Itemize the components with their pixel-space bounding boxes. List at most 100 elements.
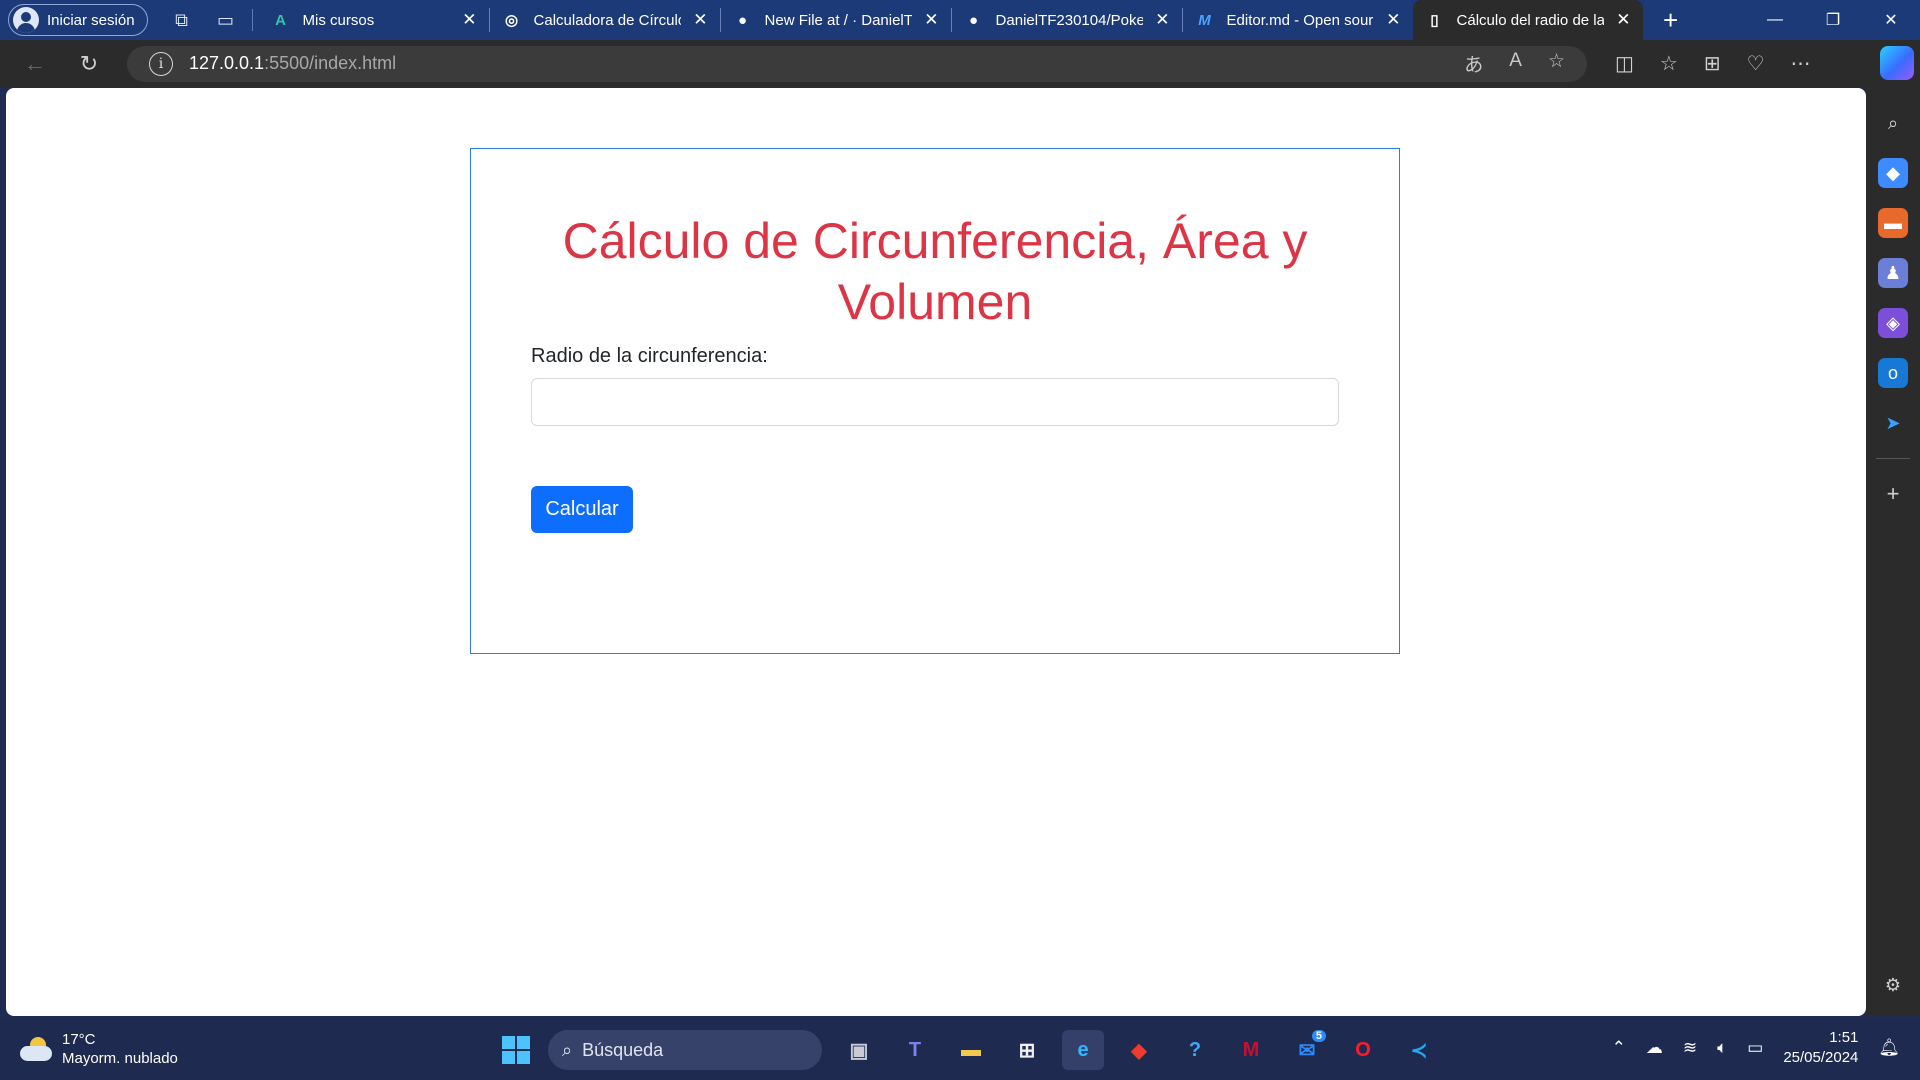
address-bar-icons: あ A ☆ <box>1464 50 1565 77</box>
notifications-bell-icon[interactable]: 🔔︎ <box>1878 1038 1900 1058</box>
wifi-icon[interactable]: ≋ <box>1683 1038 1697 1058</box>
weather-widget[interactable]: 17°C Mayorm. nublado <box>20 1030 178 1068</box>
tab-actions-icon[interactable]: ▭ <box>206 4 246 36</box>
more-options-icon[interactable]: ⋯ <box>1791 51 1811 76</box>
windows-start-icon[interactable] <box>502 1036 530 1064</box>
site-info-icon[interactable]: i <box>149 51 173 76</box>
chatgpt-icon: ◎ <box>505 12 519 29</box>
collections-icon[interactable]: ⊞ <box>1704 51 1721 76</box>
tab-title: Cálculo del radio de la <box>1456 11 1605 29</box>
new-tab-icon[interactable]: + <box>1651 5 1691 36</box>
divider <box>1876 458 1910 459</box>
favorites-icon[interactable]: ☆ <box>1660 51 1678 76</box>
shopping-icon[interactable]: ◆ <box>1878 158 1908 188</box>
minimize-icon[interactable]: — <box>1746 0 1804 40</box>
restore-icon[interactable]: ❐ <box>1804 0 1862 40</box>
tab-editor-md[interactable]: M Editor.md - Open sour ✕ <box>1183 0 1413 40</box>
windows-taskbar: 17°C Mayorm. nublado ⌕ Búsqueda ▣ T ▬ ⊞ … <box>0 1020 1920 1080</box>
search-icon[interactable]: ⌕ <box>1878 108 1908 138</box>
clock[interactable]: 1:51 25/05/2024 <box>1783 1028 1858 1068</box>
chevron-up-icon[interactable]: ⌃ <box>1612 1038 1626 1058</box>
tab-title: New File at / · DanielTF <box>764 11 913 29</box>
github-icon: ● <box>738 11 748 29</box>
taskbar-search[interactable]: ⌕ Búsqueda <box>548 1030 822 1070</box>
outlook-icon[interactable]: o <box>1878 358 1908 388</box>
radius-label: Radio de la circunferencia: <box>531 345 768 367</box>
tab-calculo-radio[interactable]: ▯ Cálculo del radio de la ✕ <box>1412 0 1643 40</box>
tab-title: Mis cursos <box>302 11 375 29</box>
tab-github-repo[interactable]: ● DanielTF230104/Poker ✕ <box>952 0 1182 40</box>
temperature: 17°C <box>62 1031 96 1048</box>
vscode-icon[interactable]: ≺ <box>1398 1030 1440 1070</box>
tab-favicon-icon: A <box>275 11 286 29</box>
edge-sidebar: ⌕ ◆ ▬ ♟ ◈ o ➤ + ⚙ <box>1866 88 1920 1016</box>
mail-icon[interactable]: ✉ 5 <box>1286 1030 1328 1070</box>
close-tab-icon[interactable]: ✕ <box>1386 10 1400 30</box>
browser-tab-bar: Iniciar sesión ⧉ ▭ A Mis cursos ✕ ◎ Calc… <box>0 0 1920 40</box>
calculator-card: Cálculo de Circunferencia, Área y Volume… <box>470 148 1400 654</box>
calculate-button[interactable]: Calcular <box>531 486 633 533</box>
radius-input[interactable] <box>531 378 1339 426</box>
tools-icon[interactable]: ▬ <box>1878 208 1908 238</box>
copilot-icon[interactable] <box>1880 46 1914 80</box>
edge-icon[interactable]: e <box>1062 1030 1104 1070</box>
browser-essentials-icon[interactable]: ♡ <box>1747 51 1765 76</box>
help-icon[interactable]: ? <box>1174 1030 1216 1070</box>
close-tab-icon[interactable]: ✕ <box>924 10 938 30</box>
taskbar-apps: ▣ T ▬ ⊞ e ◆ ? M ✉ 5 O ≺ <box>838 1030 1440 1070</box>
close-window-icon[interactable]: ✕ <box>1862 0 1920 40</box>
search-icon: ⌕ <box>562 1039 573 1060</box>
add-sidebar-app-icon[interactable]: + <box>1878 479 1908 509</box>
partly-cloudy-icon <box>20 1035 54 1063</box>
date: 25/05/2024 <box>1783 1049 1859 1066</box>
window-controls: — ❐ ✕ <box>1746 0 1920 40</box>
profile-button[interactable]: Iniciar sesión <box>8 4 148 36</box>
editor-md-icon: M <box>1198 11 1211 29</box>
anydesk-icon[interactable]: ◆ <box>1118 1030 1160 1070</box>
avatar <box>13 7 39 33</box>
microsoft-store-icon[interactable]: ⊞ <box>1006 1030 1048 1070</box>
battery-icon[interactable]: ▭ <box>1747 1038 1763 1058</box>
microsoft365-icon[interactable]: ◈ <box>1878 308 1908 338</box>
teams-icon[interactable]: T <box>894 1030 936 1070</box>
close-tab-icon[interactable]: ✕ <box>462 10 476 30</box>
tab-mis-cursos[interactable]: A Mis cursos ✕ <box>259 0 489 40</box>
search-placeholder: Búsqueda <box>582 1039 664 1060</box>
toolbar-icons: ◫ ☆ ⊞ ♡ ⋯ <box>1615 51 1811 76</box>
tab-title: DanielTF230104/Poker <box>995 11 1144 29</box>
back-icon[interactable]: ← <box>15 44 55 84</box>
time: 1:51 <box>1829 1029 1859 1046</box>
mcafee-icon[interactable]: M <box>1230 1030 1272 1070</box>
tab-new-file[interactable]: ● New File at / · DanielTF ✕ <box>721 0 951 40</box>
screen: Iniciar sesión ⧉ ▭ A Mis cursos ✕ ◎ Calc… <box>0 0 1920 1080</box>
refresh-icon[interactable]: ↻ <box>69 44 109 84</box>
opera-icon[interactable]: O <box>1342 1030 1384 1070</box>
page-viewport: Cálculo de Circunferencia, Área y Volume… <box>6 88 1866 1016</box>
read-aloud-icon[interactable]: A <box>1509 50 1522 77</box>
page-icon: ▯ <box>1430 12 1439 29</box>
games-icon[interactable]: ♟ <box>1878 258 1908 288</box>
mail-badge: 5 <box>1311 1030 1326 1042</box>
close-tab-icon[interactable]: ✕ <box>1155 10 1169 30</box>
translate-icon[interactable]: あ <box>1464 50 1483 77</box>
task-view-icon[interactable]: ▣ <box>838 1030 880 1070</box>
address-bar[interactable]: i 127.0.0.1 :5500/index.html あ A ☆ <box>127 45 1587 82</box>
workspaces-icon[interactable]: ⧉ <box>162 4 202 36</box>
close-tab-icon[interactable]: ✕ <box>1616 10 1630 30</box>
sidebar-settings-icon[interactable]: ⚙ <box>1878 970 1908 1000</box>
page-title: Cálculo de Circunferencia, Área y Volume… <box>562 213 1308 330</box>
divider <box>251 9 253 31</box>
github-icon: ● <box>969 11 979 29</box>
weather-description: Mayorm. nublado <box>62 1050 178 1067</box>
favorite-star-icon[interactable]: ☆ <box>1548 50 1565 77</box>
close-tab-icon[interactable]: ✕ <box>693 10 707 30</box>
onedrive-icon[interactable]: ☁ <box>1646 1038 1663 1058</box>
browser-toolbar: ← ↻ i 127.0.0.1 :5500/index.html あ A ☆ ◫… <box>0 40 1920 87</box>
weather-text: 17°C Mayorm. nublado <box>62 1030 178 1068</box>
file-explorer-icon[interactable]: ▬ <box>950 1030 992 1070</box>
tab-title: Editor.md - Open sour <box>1226 11 1374 29</box>
tab-calculadora[interactable]: ◎ Calculadora de Círculo ✕ <box>490 0 720 40</box>
split-screen-icon[interactable]: ◫ <box>1615 51 1634 76</box>
drop-icon[interactable]: ➤ <box>1878 408 1908 438</box>
volume-icon[interactable]: 🔈︎ <box>1717 1038 1727 1058</box>
